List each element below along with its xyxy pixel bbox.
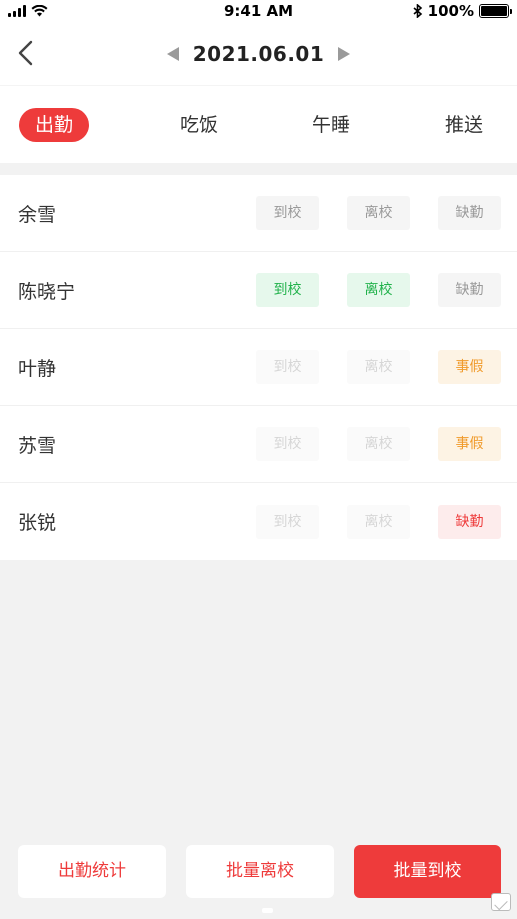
leave-button[interactable]: 离校	[347, 350, 410, 384]
next-date-icon[interactable]	[338, 46, 351, 61]
personal-leave-button[interactable]: 事假	[438, 427, 501, 461]
batch-leave-button[interactable]: 批量离校	[186, 845, 334, 898]
student-name: 苏雪	[18, 434, 57, 457]
home-indicator	[262, 908, 273, 913]
status-bar: 9:41 AM 100%	[0, 0, 517, 22]
student-row: 苏雪 到校 离校 事假	[0, 406, 517, 483]
tab-nap[interactable]: 午睡	[312, 108, 350, 142]
student-row: 余雪 到校 离校 缺勤	[0, 175, 517, 252]
bluetooth-icon	[413, 4, 422, 18]
arrive-button[interactable]: 到校	[256, 427, 319, 461]
student-name: 余雪	[18, 203, 57, 226]
leave-button[interactable]: 离校	[347, 196, 410, 230]
date-label: 2021.06.01	[192, 41, 325, 66]
student-row: 张锐 到校 离校 缺勤	[0, 483, 517, 560]
student-row: 陈晓宁 到校 离校 缺勤	[0, 252, 517, 329]
absence-button[interactable]: 缺勤	[438, 273, 501, 307]
attendance-stats-button[interactable]: 出勤统计	[18, 845, 166, 898]
arrive-button[interactable]: 到校	[256, 350, 319, 384]
student-name: 张锐	[18, 512, 57, 534]
tab-meals[interactable]: 吃饭	[180, 108, 218, 142]
student-name: 陈晓宁	[18, 280, 76, 303]
leave-button[interactable]: 离校	[347, 273, 410, 307]
arrive-button[interactable]: 到校	[256, 196, 319, 230]
cellular-signal-icon	[8, 5, 26, 17]
absence-button[interactable]: 缺勤	[438, 504, 501, 539]
back-icon[interactable]	[14, 38, 40, 68]
wifi-icon	[31, 5, 48, 17]
previous-date-icon[interactable]	[166, 46, 179, 61]
battery-percent: 100%	[427, 2, 474, 20]
image-icon	[491, 893, 511, 911]
tab-push[interactable]: 推送	[445, 108, 483, 142]
battery-icon	[478, 4, 512, 18]
status-time: 9:41 AM	[223, 2, 294, 20]
bottom-action-bar: 出勤统计 批量离校 批量到校	[0, 845, 517, 899]
leave-button[interactable]: 离校	[347, 427, 410, 461]
tab-attendance[interactable]: 出勤	[19, 108, 89, 142]
arrive-button[interactable]: 到校	[256, 273, 319, 307]
personal-leave-button[interactable]: 事假	[438, 350, 501, 384]
arrive-button[interactable]: 到校	[256, 504, 319, 539]
leave-button[interactable]: 离校	[347, 504, 410, 539]
nav-bar: 2021.06.01	[0, 22, 517, 85]
absence-button[interactable]: 缺勤	[438, 196, 501, 230]
student-list: 余雪 到校 离校 缺勤 陈晓宁 到校 离校 缺勤 叶静 到校 离校 事假 苏雪 …	[0, 175, 517, 560]
date-switcher: 2021.06.01	[166, 41, 351, 66]
tab-bar: 出勤 吃饭 午睡 推送	[0, 85, 517, 163]
batch-arrive-button[interactable]: 批量到校	[354, 845, 501, 898]
student-name: 叶静	[18, 357, 57, 380]
student-row: 叶静 到校 离校 事假	[0, 329, 517, 406]
